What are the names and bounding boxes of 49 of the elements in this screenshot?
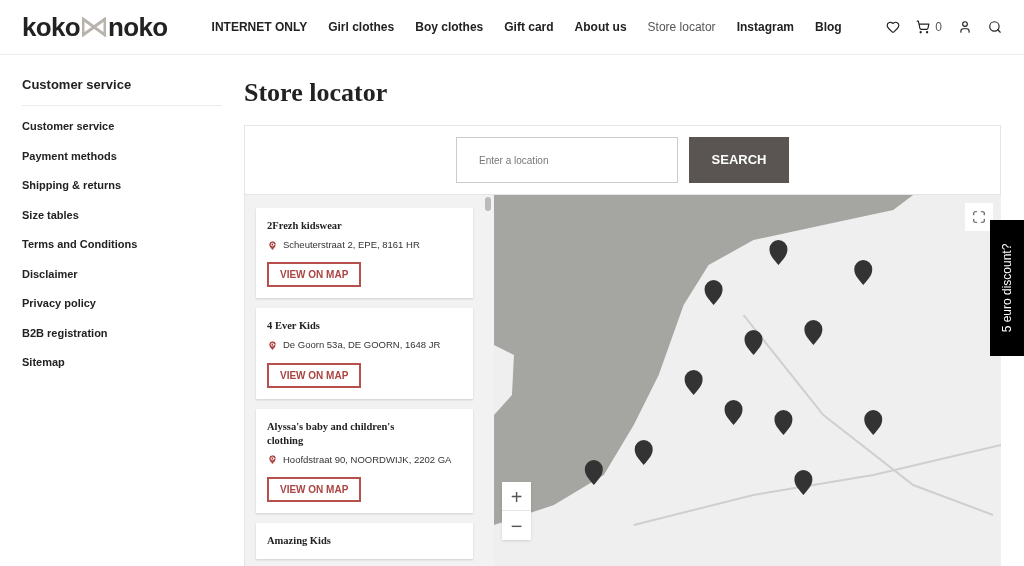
scrollbar-thumb[interactable]	[485, 197, 491, 211]
store-address: Hoofdstraat 90, NOORDWIJK, 2202 GA	[283, 452, 452, 467]
location-pin-icon	[267, 239, 278, 251]
sidebar-link[interactable]: Customer service	[22, 111, 222, 141]
view-on-map-button[interactable]: VIEW ON MAP	[267, 262, 362, 288]
nav-link[interactable]: About us	[574, 18, 627, 36]
cart-count: 0	[935, 19, 942, 36]
view-on-map-button[interactable]: VIEW ON MAP	[267, 476, 362, 502]
store-address: Scheuterstraat 2, EPE, 8161 HR	[283, 238, 420, 252]
location-field[interactable]: Enter a location	[456, 137, 678, 183]
sidebar-link[interactable]: Terms and Conditions	[22, 229, 222, 259]
store-name: Alyssa's baby and children's clothing	[267, 419, 396, 448]
logo-text: koko	[22, 14, 81, 40]
store-name: 4 Ever Kids	[267, 319, 321, 334]
store-name: 2Frezh kidswear	[267, 219, 343, 233]
sidebar-link[interactable]: Payment methods	[22, 141, 222, 171]
logo-text: noko	[108, 14, 168, 40]
fullscreen-button[interactable]	[965, 203, 993, 231]
nav-link[interactable]: Instagram	[736, 18, 794, 36]
store-name: Amazing Kids	[267, 533, 332, 548]
view-on-map-button[interactable]: VIEW ON MAP	[267, 362, 362, 388]
zoom-in-button[interactable]: +	[502, 482, 531, 511]
sidebar-title: Customer service	[22, 75, 222, 106]
nav-link[interactable]: Girl clothes	[328, 18, 395, 36]
zoom-out-button[interactable]: −	[502, 511, 531, 540]
nav-link[interactable]: Blog	[815, 18, 842, 36]
search-button[interactable]: SEARCH	[689, 137, 789, 183]
nav-link[interactable]: INTERNET ONLY	[211, 18, 308, 36]
sidebar-link[interactable]: Shipping & returns	[22, 170, 222, 200]
cart-button[interactable]: 0	[916, 18, 942, 36]
nav-link[interactable]: Boy clothes	[415, 18, 484, 36]
cart-icon	[916, 20, 931, 34]
location-pin-icon	[267, 339, 278, 351]
sidebar-link[interactable]: B2B registration	[22, 318, 222, 348]
search-icon[interactable]	[988, 20, 1002, 34]
sidebar-link[interactable]: Size tables	[22, 200, 222, 230]
account-icon[interactable]	[958, 20, 972, 34]
nav-link[interactable]: Gift card	[504, 18, 554, 36]
store-address: De Goorn 53a, DE GOORN, 1648 JR	[283, 338, 441, 353]
page-title: Store locator	[244, 77, 389, 109]
sidebar-link[interactable]: Sitemap	[22, 347, 222, 377]
sidebar-link[interactable]: Privacy policy	[22, 288, 222, 318]
nav-link[interactable]: Store locator	[647, 18, 716, 36]
sidebar-link[interactable]: Disclaimer	[22, 259, 222, 289]
bow-logo-icon	[82, 17, 107, 37]
discount-tab[interactable]: 5 euro discount?	[990, 220, 1024, 356]
fullscreen-icon	[972, 210, 986, 224]
location-pin-icon	[267, 454, 278, 466]
heart-icon[interactable]	[886, 20, 901, 34]
